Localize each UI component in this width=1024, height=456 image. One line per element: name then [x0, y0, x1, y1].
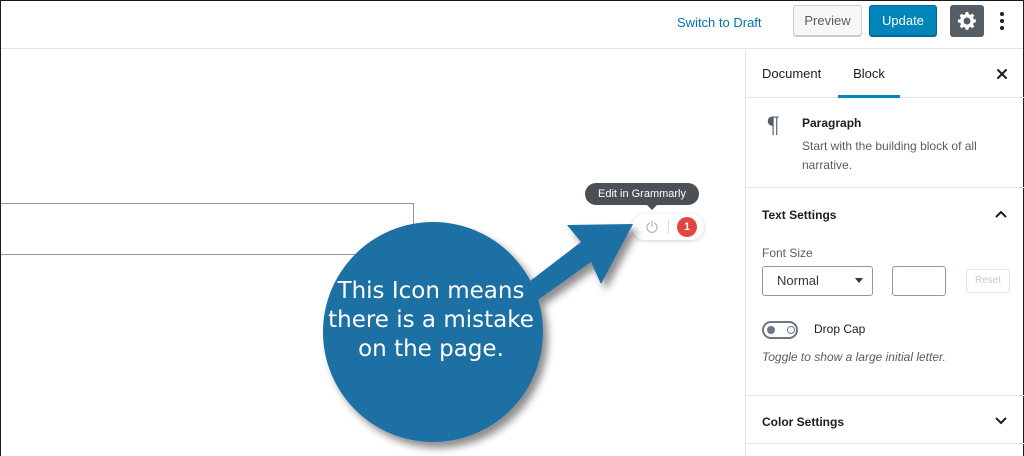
- widget-divider: [668, 220, 669, 234]
- power-icon[interactable]: [644, 219, 660, 235]
- annotation-text: This Icon means there is a mistake on th…: [328, 278, 534, 362]
- close-icon[interactable]: [994, 66, 1010, 82]
- grammarly-widget[interactable]: 1: [632, 214, 704, 240]
- reset-button[interactable]: Reset: [966, 269, 1010, 293]
- issue-count-badge[interactable]: 1: [677, 217, 697, 237]
- settings-sidebar: Document Block ¶ Paragraph Start with th…: [745, 50, 1024, 456]
- font-size-value: Normal: [777, 273, 819, 288]
- font-size-select[interactable]: Normal: [762, 266, 873, 296]
- editor-header: Switch to Draft Preview Update: [1, 1, 1023, 49]
- font-size-label: Font Size: [762, 246, 813, 260]
- tab-document[interactable]: Document: [762, 50, 821, 98]
- text-settings-toggle[interactable]: Text Settings: [762, 208, 836, 222]
- update-button[interactable]: Update: [869, 5, 937, 37]
- switch-to-draft-link[interactable]: Switch to Draft: [677, 13, 762, 33]
- chevron-down-icon[interactable]: [994, 416, 1008, 426]
- dropdown-caret-icon: [855, 278, 863, 283]
- block-title: Paragraph: [802, 116, 862, 130]
- preview-button[interactable]: Preview: [793, 5, 862, 37]
- sidebar-tabs: Document Block: [746, 50, 1024, 98]
- text-settings-panel: Text Settings Font Size Normal Reset Dro…: [746, 188, 1024, 396]
- drop-cap-help: Toggle to show a large initial letter.: [762, 350, 946, 364]
- paragraph-block[interactable]: [1, 203, 414, 255]
- editor-canvas[interactable]: Edit in Grammarly 1 This Icon means ther…: [1, 50, 745, 456]
- gear-icon: [958, 12, 976, 30]
- block-description: Start with the building block of all nar…: [802, 139, 977, 172]
- drop-cap-toggle[interactable]: [762, 321, 798, 339]
- settings-button[interactable]: [950, 5, 984, 37]
- drop-cap-label: Drop Cap: [814, 322, 866, 336]
- custom-font-size-input[interactable]: [892, 266, 946, 296]
- toggle-knob: [767, 326, 775, 334]
- color-settings-panel[interactable]: Color Settings: [746, 396, 1024, 444]
- tab-block[interactable]: Block: [838, 50, 900, 98]
- toggle-off-indicator: [787, 326, 795, 334]
- chevron-up-icon[interactable]: [994, 209, 1008, 219]
- more-vertical-icon: [1000, 12, 1004, 16]
- block-card: ¶ Paragraph Start with the building bloc…: [746, 98, 1024, 188]
- paragraph-icon: ¶: [766, 114, 780, 139]
- more-options-button[interactable]: [995, 7, 1009, 35]
- color-settings-toggle[interactable]: Color Settings: [762, 415, 844, 429]
- grammarly-tooltip: Edit in Grammarly: [585, 183, 699, 210]
